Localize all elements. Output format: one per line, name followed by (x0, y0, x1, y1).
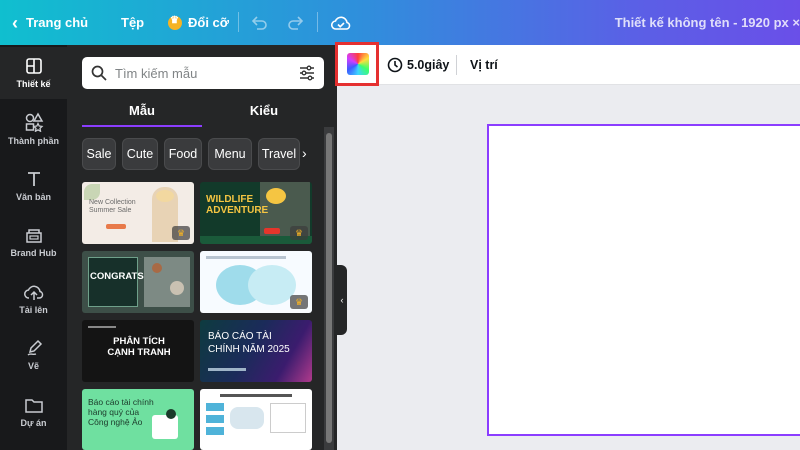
undo-button[interactable] (250, 0, 268, 45)
tab-styles[interactable]: Kiểu (204, 95, 324, 125)
redo-button[interactable] (287, 0, 305, 45)
search-input[interactable] (115, 65, 285, 81)
rail-item-draw[interactable]: Vẽ (0, 329, 67, 381)
layout-icon (25, 58, 42, 74)
rail-item-projects[interactable]: Dự án (0, 386, 67, 438)
crown-icon: ♛ (172, 226, 190, 240)
rail-label: Văn bản (15, 192, 51, 202)
template-thumbnail[interactable]: PHÂN TÍCH CẠNH TRANH (82, 320, 194, 382)
rail-item-brand-hub[interactable]: Brand Hub (0, 216, 67, 268)
active-tab-indicator (82, 125, 202, 127)
scrollbar-thumb[interactable] (326, 133, 332, 443)
save-status-button[interactable] (330, 0, 352, 45)
template-text: PHÂN TÍCH CẠNH TRANH (107, 336, 171, 358)
template-thumbnail[interactable]: BÁO CÁO TÀI CHÍNH NĂM 2025 (200, 320, 312, 382)
template-search (82, 57, 324, 89)
rail-label: Brand Hub (10, 248, 57, 258)
design-canvas[interactable] (487, 124, 800, 436)
chevron-right-icon[interactable]: › (302, 145, 307, 161)
divider (456, 55, 457, 75)
template-text: WILDLIFE ADVENTURE (206, 194, 269, 216)
resize-button[interactable]: Đổi cỡ (168, 0, 229, 45)
chip-travel[interactable]: Travel (258, 138, 300, 170)
collapse-panel-button[interactable]: ‹ (337, 265, 347, 335)
rail-label: Dự án (20, 418, 47, 428)
templates-panel: Mẫu Kiểu Sale Cute Food Menu Travel › Ne… (67, 45, 337, 450)
template-thumbnail[interactable] (200, 389, 312, 450)
rail-item-design[interactable]: Thiết kế (0, 47, 67, 99)
rail-item-elements[interactable]: Thành phần (0, 103, 67, 155)
file-menu-button[interactable]: Tệp (121, 0, 144, 45)
chevron-left-icon: ‹ (12, 12, 18, 33)
template-thumbnail[interactable]: Báo cáo tài chính hàng quý của Công nghệ… (82, 389, 194, 450)
editor-area: 5.0giây Vị trí (335, 42, 800, 450)
side-navigation: Thiết kế Thành phần Văn bản Brand Hub Tả… (0, 45, 67, 450)
resize-label: Đổi cỡ (188, 15, 230, 30)
undo-icon (251, 15, 267, 30)
rail-label: Vẽ (27, 361, 39, 371)
rail-label: Thành phần (8, 136, 59, 146)
duration-label: 5.0giây (407, 58, 450, 72)
search-icon (91, 65, 107, 81)
template-text: Báo cáo tài chính hàng quý của Công nghệ… (88, 397, 154, 427)
top-bar: ‹ Trang chủ Tệp Đổi cỡ Thiết kế không tê… (0, 0, 800, 45)
rail-item-text[interactable]: Văn bản (0, 160, 67, 212)
document-title[interactable]: Thiết kế không tên - 1920 px × (615, 0, 800, 45)
template-thumbnail[interactable]: New Collection Summer Sale ♛ (82, 182, 194, 244)
crown-icon: ♛ (290, 226, 308, 240)
redo-icon (288, 15, 304, 30)
template-thumbnail[interactable]: CONGRATS! (82, 251, 194, 313)
chevron-left-icon: ‹ (340, 295, 344, 305)
rail-label: Tải lên (19, 305, 48, 315)
clock-icon (387, 57, 403, 73)
template-thumbnail[interactable]: ♛ (200, 251, 312, 313)
shapes-icon (25, 112, 43, 132)
tab-templates[interactable]: Mẫu (82, 95, 202, 125)
position-button[interactable]: Vị trí (470, 45, 498, 85)
brand-icon (25, 229, 42, 243)
template-text: CONGRATS! (90, 271, 147, 282)
home-button[interactable]: ‹ Trang chủ (12, 0, 88, 45)
rail-item-uploads[interactable]: Tải lên (0, 273, 67, 325)
divider (238, 12, 239, 32)
chip-food[interactable]: Food (164, 138, 202, 170)
chip-sale[interactable]: Sale (82, 138, 116, 170)
cloud-upload-icon (23, 285, 43, 300)
context-toolbar: 5.0giây Vị trí (335, 42, 800, 86)
panel-scrollbar[interactable] (324, 127, 334, 450)
text-icon (27, 172, 40, 186)
divider (317, 12, 318, 32)
rail-label: Thiết kế (16, 79, 51, 89)
chip-menu[interactable]: Menu (208, 138, 252, 170)
duration-button[interactable]: 5.0giây (387, 45, 449, 85)
folder-icon (24, 399, 43, 413)
crown-icon (168, 15, 182, 30)
template-text: New Collection Summer Sale (89, 199, 136, 214)
chip-cute[interactable]: Cute (122, 138, 158, 170)
home-label: Trang chủ (26, 15, 89, 30)
crown-icon: ♛ (290, 295, 308, 309)
template-text: BÁO CÁO TÀI CHÍNH NĂM 2025 (208, 331, 290, 355)
filter-icon[interactable] (299, 65, 315, 81)
template-thumbnail[interactable]: WILDLIFE ADVENTURE ♛ (200, 182, 312, 244)
highlight-box (335, 42, 379, 86)
cloud-check-icon (330, 16, 351, 30)
pen-icon (27, 339, 42, 356)
